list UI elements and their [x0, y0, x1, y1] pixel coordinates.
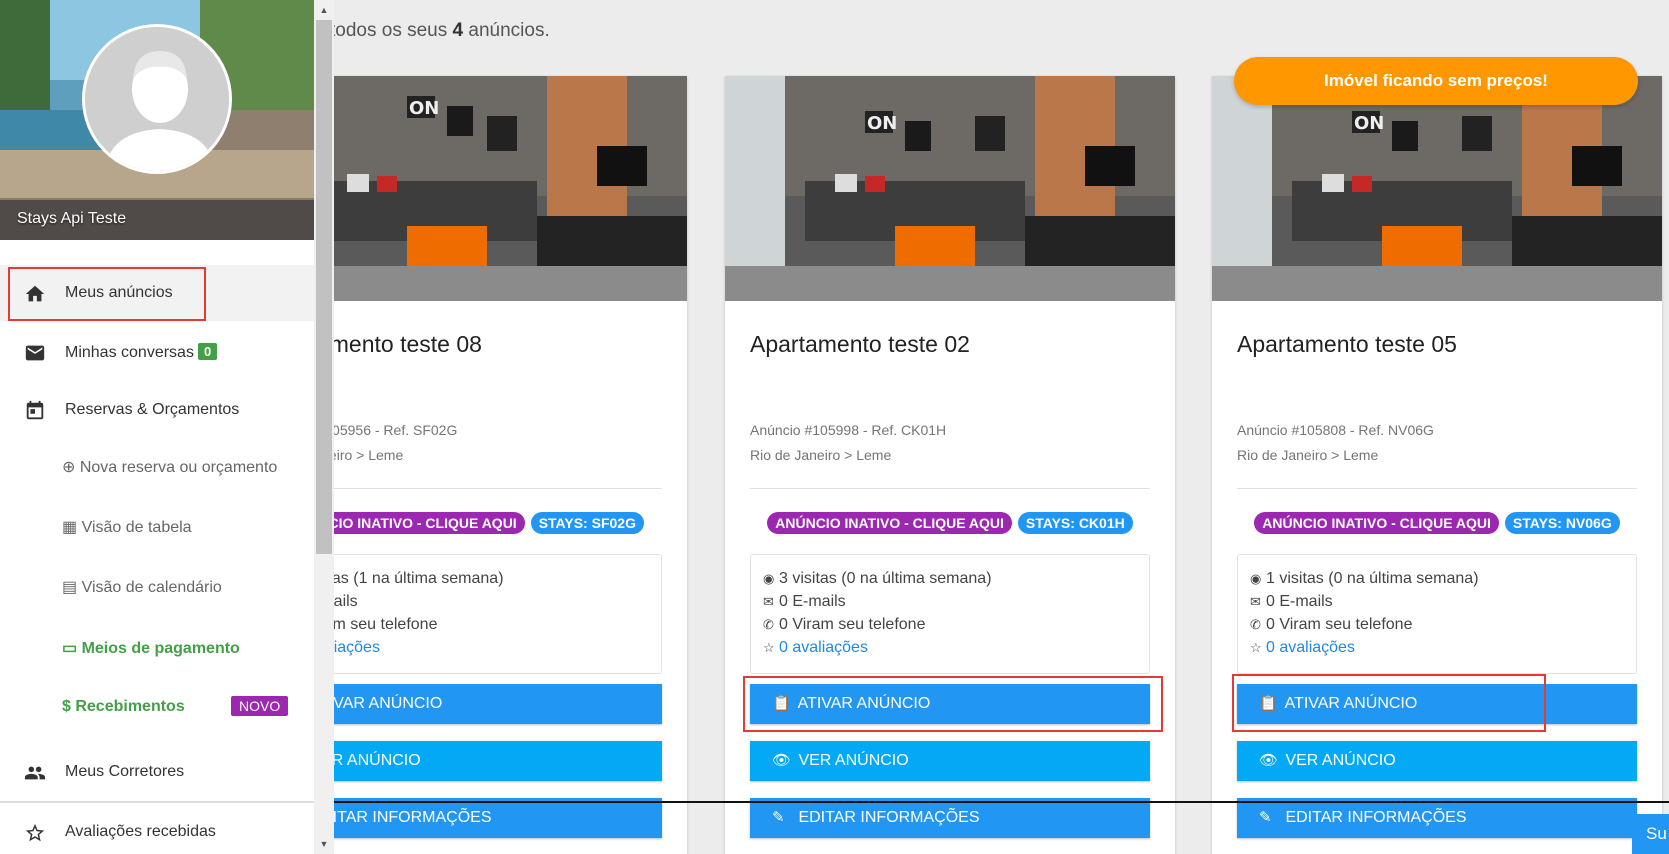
mail-icon: ✉ — [763, 594, 774, 609]
view-listing-button[interactable]: 👁 VER ANÚNCIO — [1237, 741, 1637, 781]
phone-icon: ✆ — [1250, 617, 1261, 632]
listing-location: Rio de Janeiro > Leme — [750, 447, 892, 463]
clipboard-icon: 📋 — [1259, 695, 1278, 712]
pencil-icon: ✎ — [772, 809, 785, 826]
sidebar-subitem-calendar-view[interactable]: ▤ Visão de calendário — [0, 561, 314, 611]
inactive-status-badge[interactable]: ANÚNCIO INATIVO - CLIQUE AQUI — [767, 512, 1012, 534]
eye-icon: 👁 — [772, 752, 792, 769]
emails-row: ✉0 E-mails — [1250, 590, 1624, 613]
star-icon: ☆ — [763, 640, 775, 655]
missing-prices-alert[interactable]: Imóvel ficando sem preços! — [1234, 57, 1638, 105]
scroll-up-arrow-icon[interactable]: ▲ — [314, 0, 334, 20]
svg-text:ON: ON — [1354, 113, 1384, 134]
listing-stats: ◉ 1 visitas (0 na última semana) ✉ 0 E-mai… — [1237, 554, 1637, 674]
reviews-link[interactable]: 0 avaliações — [779, 639, 868, 656]
listing-location: Rio de Janeiro > Leme — [1237, 447, 1379, 463]
scroll-down-arrow-icon[interactable]: ▼ — [314, 834, 334, 854]
pencil-icon: ✎ — [1259, 809, 1272, 826]
eye-icon: 👁 — [1259, 752, 1279, 769]
profile-name: Stays Api Teste — [17, 210, 127, 227]
listing-title[interactable]: Apartamento teste 02 — [750, 331, 970, 358]
stays-ref-badge: STAYS: NV06G — [1504, 512, 1620, 534]
stays-ref-badge: STAYS: CK01H — [1017, 512, 1133, 534]
listing-summary: todos os seus 4 anúncios. — [330, 20, 550, 41]
listing-id: Anúncio #105998 - Ref. CK01H — [750, 422, 947, 438]
phone-row: ✆0 Viram seu telefone — [1250, 613, 1624, 636]
visits-row: ◉ 3 visitas (0 na última semana) — [763, 567, 1137, 590]
sidebar-subitem-new-reservation[interactable]: ⊕ Nova reserva ou orçamento — [0, 441, 314, 491]
edit-info-button[interactable]: ✎ EDITAR INFORMAÇÕES — [1237, 798, 1637, 838]
listing-card: ON Apartamento teste 05 Anúncio #105808 … — [1212, 76, 1662, 854]
star-icon — [25, 823, 45, 842]
reviews-row: ☆ 0 avaliações — [1250, 636, 1624, 659]
sidebar-item-conversations[interactable]: Minhas conversas 0 — [0, 324, 314, 380]
divider — [750, 488, 1150, 489]
star-icon: ☆ — [1250, 640, 1262, 655]
mail-icon — [25, 345, 45, 361]
listing-title[interactable]: Apartamento teste 05 — [1237, 331, 1457, 358]
calendar-icon — [26, 400, 44, 420]
phone-row: ✆0 Viram seu telefone — [763, 613, 1137, 636]
unread-count-badge: 0 — [197, 343, 218, 360]
badge-row: ANÚNCIO INATIVO - CLIQUE AQUI STAYS: NV06… — [1212, 512, 1662, 534]
people-icon — [24, 766, 46, 780]
visits-row: ◉ 1 visitas (0 na última semana) — [1250, 567, 1624, 590]
mail-icon: ✉ — [1250, 594, 1261, 609]
badge-row: ANÚNCIO INATIVO - CLIQUE AQUI STAYS: CK01… — [725, 512, 1175, 534]
sidebar-item-reservations[interactable]: Reservas & Orçamentos — [0, 382, 314, 438]
sidebar-subitem-table-view[interactable]: ▦ Visão de tabela — [0, 501, 314, 551]
listing-id: Anúncio #105808 - Ref. NV06G — [1237, 422, 1434, 438]
phone-icon: ✆ — [763, 617, 774, 632]
sidebar-item-my-listings[interactable]: Meus anúncios — [0, 265, 314, 321]
clipboard-icon: 📋 — [772, 695, 791, 712]
sidebar-item-reviews[interactable]: Avaliações recebidas — [0, 804, 314, 854]
stays-ref-badge: STAYS: SF02G — [530, 512, 644, 534]
edit-info-button[interactable]: ✎ EDITAR INFORMAÇÕES — [750, 798, 1150, 838]
divider — [0, 801, 314, 803]
new-badge: NOVO — [231, 696, 289, 716]
listing-card: ON Apartamento teste 02 Anúncio #105998 … — [725, 76, 1175, 854]
reviews-row: ☆ 0 avaliações — [763, 636, 1137, 659]
avatar[interactable] — [82, 24, 232, 174]
home-icon — [25, 285, 45, 302]
inactive-status-badge[interactable]: ANÚNCIO INATIVO - CLIQUE AQUI — [1254, 512, 1499, 534]
sidebar: Stays Api Teste Meus anúncios Minhas con… — [0, 0, 314, 854]
emails-row: ✉0 E-mails — [763, 590, 1137, 613]
scrollbar-thumb[interactable] — [316, 20, 332, 554]
help-button[interactable]: Su — [1632, 814, 1669, 854]
divider — [1237, 488, 1637, 489]
sidebar-item-brokers[interactable]: Meus Corretores — [0, 744, 314, 800]
sidebar-subitem-payment-methods[interactable]: ▭ Meios de pagamento — [0, 622, 314, 672]
listing-photo[interactable]: ON — [725, 76, 1175, 301]
listing-stats: ◉ 3 visitas (0 na última semana) ✉ 0 E-mai… — [750, 554, 1150, 674]
svg-text:ON: ON — [867, 113, 897, 134]
svg-text:ON: ON — [409, 98, 439, 119]
reviews-link[interactable]: 0 avaliações — [1266, 639, 1355, 656]
sidebar-subitem-receipts[interactable]: $ Recebimentos NOVO — [0, 682, 314, 732]
activate-listing-button[interactable]: 📋 ATIVAR ANÚNCIO — [750, 684, 1150, 724]
listing-photo[interactable]: ON — [1212, 76, 1662, 301]
activate-listing-button[interactable]: 📋 ATIVAR ANÚNCIO — [1237, 684, 1637, 724]
profile-header: Stays Api Teste — [0, 0, 314, 240]
view-listing-button[interactable]: 👁 VER ANÚNCIO — [750, 741, 1150, 781]
eye-icon: ◉ — [1250, 571, 1262, 586]
eye-icon: ◉ — [763, 571, 775, 586]
